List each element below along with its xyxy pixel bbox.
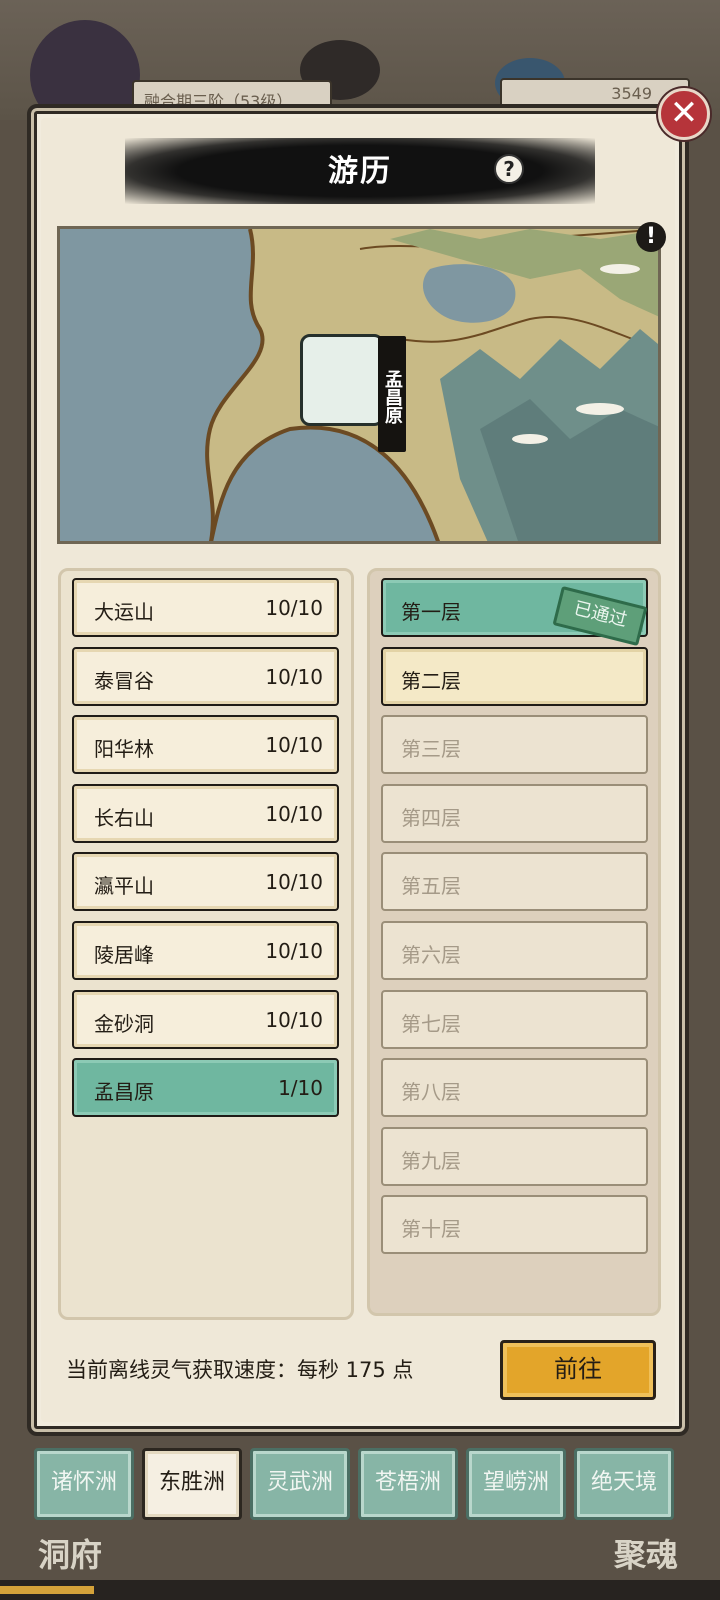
- alert-icon[interactable]: !: [636, 222, 666, 252]
- region-progress: 10/10: [265, 870, 323, 894]
- floor-item-locked[interactable]: 第五层: [381, 852, 648, 911]
- floor-label: 第六层: [401, 943, 461, 967]
- floor-label: 第十层: [401, 1217, 461, 1241]
- region-name: 大运山: [94, 600, 154, 624]
- cave-mansion-label[interactable]: 洞府: [38, 1530, 102, 1576]
- floor-label: 第二层: [401, 669, 461, 693]
- floor-item-locked[interactable]: 第四层: [381, 784, 648, 843]
- floor-item-locked[interactable]: 第七层: [381, 990, 648, 1049]
- region-item-selected[interactable]: 孟昌原 1/10: [72, 1058, 339, 1117]
- floor-item-locked[interactable]: 第六层: [381, 921, 648, 980]
- region-name: 阳华林: [94, 737, 154, 761]
- region-progress: 10/10: [265, 665, 323, 689]
- region-item[interactable]: 阳华林 10/10: [72, 715, 339, 774]
- floor-item-unlocked[interactable]: 第二层: [381, 647, 648, 706]
- floor-label: 第八层: [401, 1080, 461, 1104]
- floor-label: 第九层: [401, 1149, 461, 1173]
- bottom-progress-bar: [0, 1580, 720, 1600]
- tab-zhuhuai[interactable]: 诸怀洲: [34, 1448, 134, 1520]
- dialog-title: 游历: [328, 154, 392, 189]
- region-progress: 10/10: [265, 733, 323, 757]
- region-item[interactable]: 大运山 10/10: [72, 578, 339, 637]
- region-name: 金砂洞: [94, 1012, 154, 1036]
- region-name: 孟昌原: [94, 1080, 154, 1104]
- floor-item-locked[interactable]: 第九层: [381, 1127, 648, 1186]
- region-name: 陵居峰: [94, 943, 154, 967]
- region-item[interactable]: 金砂洞 10/10: [72, 990, 339, 1049]
- gather-soul-label[interactable]: 聚魂: [614, 1530, 678, 1576]
- region-progress: 10/10: [265, 802, 323, 826]
- tab-lingwu[interactable]: 灵武洲: [250, 1448, 350, 1520]
- floor-item-locked[interactable]: 第三层: [381, 715, 648, 774]
- region-item[interactable]: 长右山 10/10: [72, 784, 339, 843]
- region-item[interactable]: 泰冒谷 10/10: [72, 647, 339, 706]
- floor-item-locked[interactable]: 第八层: [381, 1058, 648, 1117]
- tab-dongsheng[interactable]: 东胜洲: [142, 1448, 242, 1520]
- region-item[interactable]: 陵居峰 10/10: [72, 921, 339, 980]
- floor-label: 第一层: [401, 600, 461, 624]
- region-progress: 10/10: [265, 596, 323, 620]
- close-icon[interactable]: ✕: [658, 88, 710, 140]
- region-progress: 1/10: [278, 1076, 323, 1100]
- bottom-progress-fill: [0, 1586, 94, 1594]
- region-progress: 10/10: [265, 939, 323, 963]
- go-button[interactable]: 前往: [500, 1340, 656, 1400]
- map-location-label: 孟昌原: [378, 336, 406, 452]
- region-item[interactable]: 瀛平山 10/10: [72, 852, 339, 911]
- region-progress: 10/10: [265, 1008, 323, 1032]
- floor-label: 第三层: [401, 737, 461, 761]
- floor-item-locked[interactable]: 第十层: [381, 1195, 648, 1254]
- tab-juetian[interactable]: 绝天境: [574, 1448, 674, 1520]
- region-name: 瀛平山: [94, 874, 154, 898]
- region-name: 泰冒谷: [94, 669, 154, 693]
- floor-label: 第五层: [401, 874, 461, 898]
- offline-rate-text: 当前离线灵气获取速度：每秒 175 点: [66, 1358, 414, 1382]
- tab-wanglao[interactable]: 望崂洲: [466, 1448, 566, 1520]
- help-icon[interactable]: ?: [494, 154, 524, 184]
- location-marker-image[interactable]: [300, 334, 384, 426]
- floor-label: 第七层: [401, 1012, 461, 1036]
- tab-cangwu[interactable]: 苍梧洲: [358, 1448, 458, 1520]
- region-name: 长右山: [94, 806, 154, 830]
- floor-label: 第四层: [401, 806, 461, 830]
